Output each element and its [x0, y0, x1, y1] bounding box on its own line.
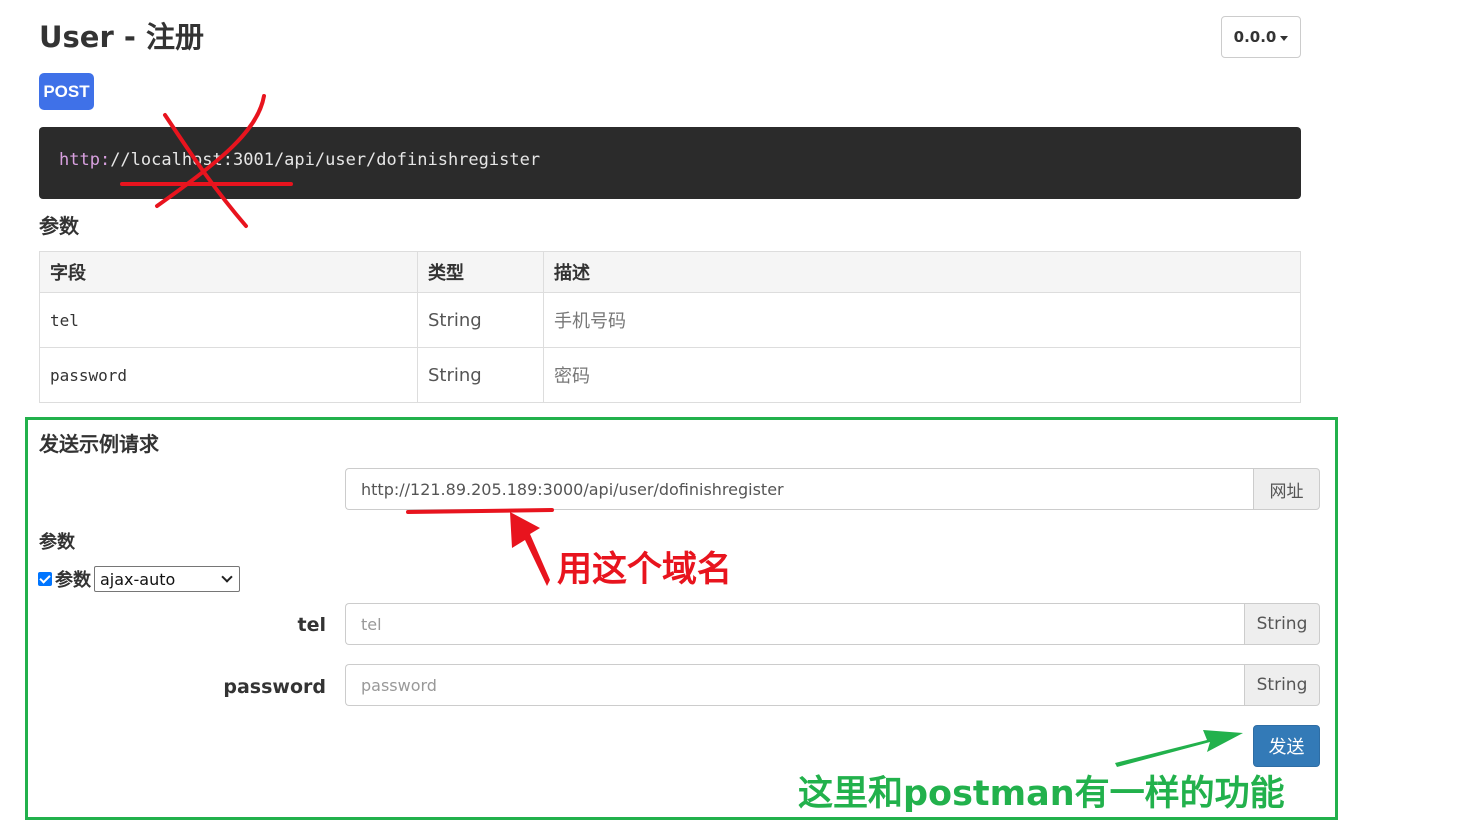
param-description: 密码 — [543, 347, 1301, 403]
password-input-group: password String — [345, 664, 1320, 706]
red-annotation-text: 用这个域名 — [557, 550, 733, 590]
params-toggle-row: 参数 ajax-auto — [38, 566, 240, 592]
table-row: password String 密码 — [39, 347, 1301, 403]
version-label: 0.0.0 — [1233, 28, 1277, 46]
params-heading: 参数 — [39, 214, 79, 238]
url-addon: 网址 — [1253, 468, 1320, 510]
green-annotation-text: 这里和postman有一样的功能 — [798, 774, 1285, 814]
endpoint-url-block: http://localhost:3001/api/user/dofinishr… — [39, 127, 1301, 199]
tel-label: tel — [297, 614, 326, 636]
column-header: 类型 — [417, 251, 544, 293]
table-header-row: 字段 类型 描述 — [39, 251, 1301, 293]
param-type: String — [417, 347, 544, 403]
params-mode-value: ajax-auto — [100, 569, 176, 589]
password-label: password — [223, 676, 326, 698]
column-header: 字段 — [39, 251, 418, 293]
endpoint-url: http://localhost:3001/api/user/dofinishr… — [59, 150, 540, 170]
param-field: password — [39, 347, 418, 403]
url-protocol: http: — [59, 150, 111, 170]
url-path: //localhost:3001/api/user/dofinishregist… — [110, 150, 541, 170]
password-type-addon: String — [1244, 664, 1320, 706]
page-title: User - 注册 — [39, 20, 205, 54]
params-checkbox-label: 参数 — [55, 570, 91, 591]
table-row: tel String 手机号码 — [39, 292, 1301, 348]
send-button[interactable]: 发送 — [1253, 725, 1320, 767]
params-checkbox[interactable] — [38, 572, 52, 586]
tel-type-addon: String — [1244, 603, 1320, 645]
version-dropdown-button[interactable]: 0.0.0 — [1221, 16, 1301, 58]
tel-input[interactable]: tel — [345, 603, 1244, 645]
sample-url-input[interactable]: http://121.89.205.189:3000/api/user/dofi… — [345, 468, 1253, 510]
sample-url-group: http://121.89.205.189:3000/api/user/dofi… — [345, 468, 1320, 510]
column-header: 描述 — [543, 251, 1301, 293]
param-description: 手机号码 — [543, 292, 1301, 348]
sample-request-heading: 发送示例请求 — [39, 432, 159, 456]
chevron-down-icon — [221, 571, 233, 583]
sample-params-heading: 参数 — [39, 532, 75, 553]
params-table: 字段 类型 描述 tel String 手机号码 password String… — [39, 251, 1301, 403]
method-badge: POST — [39, 73, 94, 110]
params-mode-select[interactable]: ajax-auto — [94, 566, 240, 592]
tel-input-group: tel String — [345, 603, 1320, 645]
password-input[interactable]: password — [345, 664, 1244, 706]
caret-down-icon — [1280, 35, 1289, 41]
param-field: tel — [39, 292, 418, 348]
param-type: String — [417, 292, 544, 348]
